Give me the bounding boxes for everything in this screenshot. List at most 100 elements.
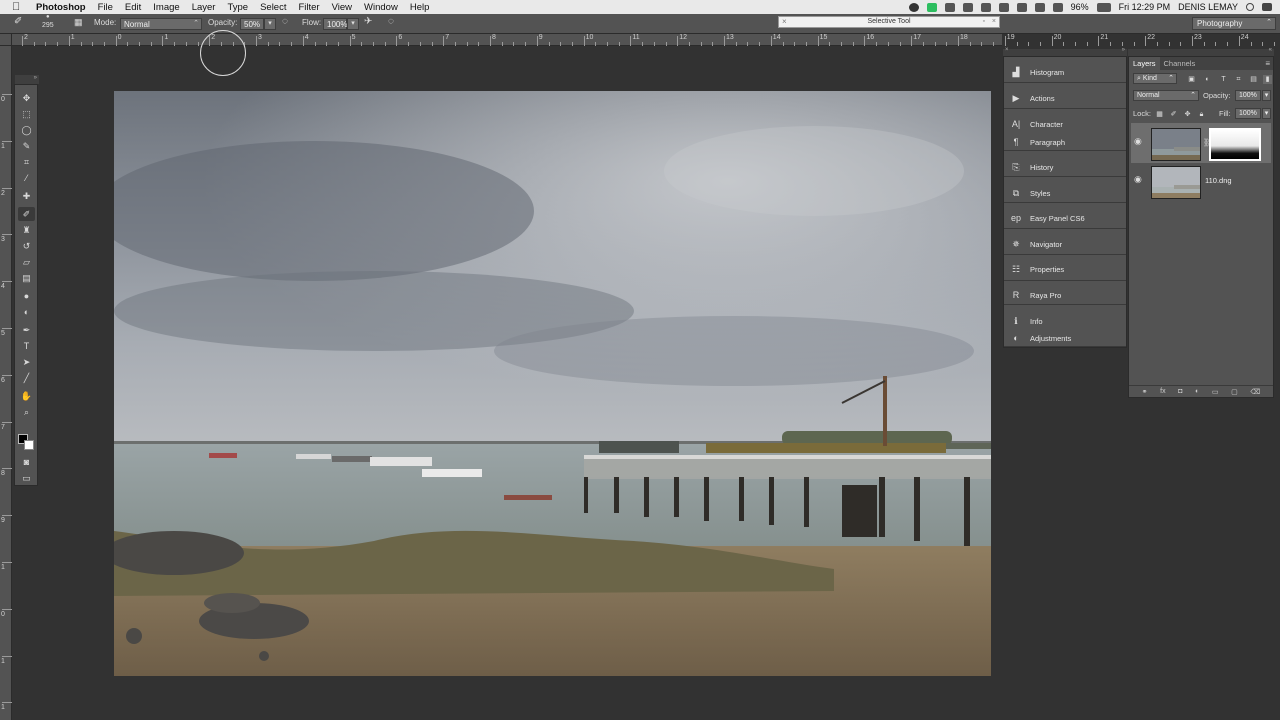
- lock-all-icon[interactable]: 🔒︎: [1197, 110, 1206, 119]
- line-icon[interactable]: ╱: [18, 371, 35, 385]
- dock-item-history[interactable]: ⎘ History: [1010, 160, 1053, 174]
- layer-opacity-field[interactable]: 100%: [1235, 90, 1261, 101]
- tab-channels[interactable]: Channels: [1160, 57, 1200, 70]
- filter-pixel-icon[interactable]: ▣: [1187, 75, 1196, 84]
- timemachine-icon[interactable]: [998, 2, 1009, 12]
- evernote-icon[interactable]: [926, 2, 937, 12]
- bluetooth-icon[interactable]: [1016, 2, 1027, 12]
- path-select-icon[interactable]: ➤: [18, 355, 35, 369]
- fill-field[interactable]: 100%: [1235, 108, 1261, 119]
- lock-position-icon[interactable]: ✥: [1183, 110, 1192, 119]
- collapse-icon[interactable]: »: [1122, 47, 1125, 53]
- layer-mask-thumbnail[interactable]: [1209, 128, 1261, 161]
- filter-adjustment-icon[interactable]: ◐: [1203, 75, 1212, 84]
- history-brush-icon[interactable]: ↺: [18, 239, 35, 253]
- layers-header[interactable]: «: [1128, 47, 1274, 56]
- filter-toggle-icon[interactable]: ▮: [1263, 75, 1272, 84]
- quick-mask-icon[interactable]: ◙: [18, 455, 35, 469]
- spotlight-icon[interactable]: [1246, 3, 1254, 11]
- dock-item-properties[interactable]: ☷ Properties: [1010, 262, 1064, 276]
- selective-tool-palette[interactable]: × Selective Tool ▫ ×: [778, 16, 1000, 28]
- pressure-size-icon[interactable]: ◌: [388, 16, 394, 27]
- trash-icon[interactable]: ⌫: [1250, 388, 1260, 396]
- filter-shape-icon[interactable]: ⌗: [1234, 75, 1243, 84]
- menu-type[interactable]: Type: [227, 2, 248, 13]
- dodge-icon[interactable]: ◐: [18, 305, 35, 319]
- dock-header[interactable]: × »: [1003, 47, 1127, 56]
- pressure-opacity-icon[interactable]: ◌: [282, 16, 288, 27]
- new-layer-icon[interactable]: ▢: [1231, 388, 1238, 396]
- gradient-icon[interactable]: ▤: [18, 271, 35, 285]
- apple-icon[interactable]: : [12, 1, 26, 13]
- flow-field[interactable]: 100%: [323, 18, 347, 30]
- menu-window[interactable]: Window: [364, 2, 398, 13]
- dock-item-navigator[interactable]: ✵ Navigator: [1010, 237, 1062, 251]
- menu-edit[interactable]: Edit: [125, 2, 141, 13]
- menu-view[interactable]: View: [332, 2, 352, 13]
- kind-filter-dropdown[interactable]: ⌕ Kind ⌃: [1133, 73, 1177, 84]
- menu-help[interactable]: Help: [410, 2, 430, 13]
- volume-icon[interactable]: [1052, 2, 1063, 12]
- crop-icon[interactable]: ⌗: [18, 155, 35, 169]
- opacity-field[interactable]: 50%: [240, 18, 264, 30]
- healing-icon[interactable]: ✚: [18, 189, 35, 203]
- clock[interactable]: Fri 12:29 PM: [1119, 2, 1171, 12]
- document-canvas[interactable]: [114, 91, 991, 676]
- zoom-icon[interactable]: ⌕: [18, 405, 35, 419]
- fx-icon[interactable]: fx: [1160, 388, 1165, 395]
- layer-name[interactable]: 110.dng: [1205, 176, 1232, 185]
- dock-item-raya-pro[interactable]: R Raya Pro: [1010, 288, 1062, 302]
- dock-item-paragraph[interactable]: ¶ Paragraph: [1010, 135, 1065, 149]
- brush-icon[interactable]: ✐: [18, 207, 35, 221]
- type-icon[interactable]: T: [18, 339, 35, 353]
- screen-mode-icon[interactable]: ▭: [18, 471, 35, 485]
- close-icon[interactable]: ×: [1005, 47, 1009, 53]
- battery-icon[interactable]: [1096, 2, 1111, 12]
- filter-smart-object-icon[interactable]: ▤: [1249, 75, 1258, 84]
- eyedropper-icon[interactable]: ⁄: [18, 171, 35, 185]
- lock-image-icon[interactable]: ✐: [1169, 110, 1178, 119]
- airbrush-icon[interactable]: ✈: [364, 16, 372, 27]
- visibility-eye-icon[interactable]: ◉: [1134, 174, 1142, 185]
- wifi-icon[interactable]: [1034, 2, 1045, 12]
- visibility-eye-icon[interactable]: ◉: [1134, 136, 1142, 147]
- user-name[interactable]: DENIS LEMAY: [1178, 2, 1238, 12]
- menu-file[interactable]: File: [98, 2, 113, 13]
- layer-thumbnail[interactable]: [1151, 166, 1201, 199]
- flow-slider-toggle[interactable]: ▾: [347, 18, 359, 30]
- toolbar-grip[interactable]: »: [15, 75, 39, 84]
- horizontal-ruler[interactable]: 2 1 0 1 2 3 4 5 6 7 8 9 10 11 12 13 14 15 16 17 18 19 20 21 22 23…: [12, 34, 1275, 46]
- brush-panel-toggle-icon[interactable]: ▦: [74, 17, 83, 28]
- dock-item-histogram[interactable]: ▟ Histogram: [1010, 65, 1065, 79]
- layer-thumbnail[interactable]: [1151, 128, 1201, 161]
- record-icon[interactable]: [908, 2, 919, 12]
- ruler-origin[interactable]: [0, 34, 12, 46]
- collapse-icon[interactable]: «: [1269, 47, 1272, 53]
- close-icon[interactable]: ×: [782, 17, 787, 27]
- adjustment-icon[interactable]: ◐: [1195, 388, 1199, 395]
- panel-menu-icon[interactable]: ≡: [1265, 59, 1270, 68]
- drive-icon[interactable]: [980, 2, 991, 12]
- move-icon[interactable]: ✥: [18, 91, 35, 105]
- sync-icon[interactable]: [944, 2, 955, 12]
- menu-image[interactable]: Image: [153, 2, 179, 13]
- stamp-icon[interactable]: ♜: [18, 223, 35, 237]
- lock-transparent-icon[interactable]: ▦: [1155, 110, 1164, 119]
- background-color-swatch[interactable]: [24, 440, 34, 450]
- brush-size-preview[interactable]: ● 295: [42, 14, 54, 29]
- group-icon[interactable]: ▭: [1212, 388, 1219, 396]
- dropbox-icon[interactable]: [962, 2, 973, 12]
- dock-item-info[interactable]: ℹ Info: [1010, 314, 1042, 328]
- blend-mode-dropdown[interactable]: Normal ⌃: [1133, 90, 1199, 101]
- fill-slider-toggle[interactable]: ▾: [1262, 108, 1271, 119]
- marquee-icon[interactable]: ⬚: [18, 107, 35, 121]
- mode-dropdown[interactable]: Normal ⌃: [120, 18, 202, 30]
- notification-center-icon[interactable]: [1262, 3, 1272, 11]
- blur-icon[interactable]: ●: [18, 289, 35, 303]
- filter-type-icon[interactable]: T: [1219, 75, 1228, 84]
- collapse-icon[interactable]: ▫: [983, 17, 985, 27]
- dock-item-easy-panel-cs6[interactable]: ep Easy Panel CS6: [1010, 211, 1085, 225]
- quick-select-icon[interactable]: ✎: [18, 139, 35, 153]
- mask-icon[interactable]: ◘: [1178, 388, 1182, 395]
- brush-tool-preset-icon[interactable]: ✐: [14, 16, 22, 27]
